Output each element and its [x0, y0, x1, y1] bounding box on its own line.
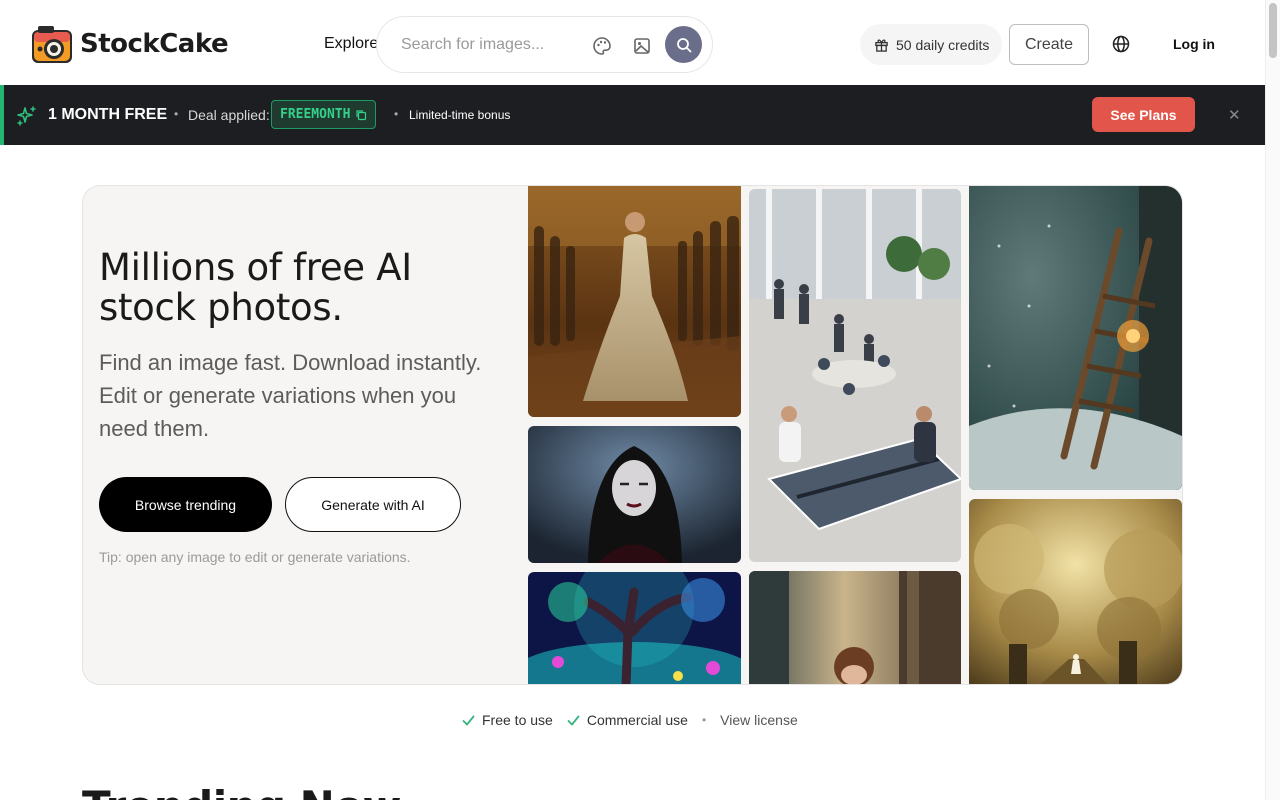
daily-credits-badge[interactable]: 50 daily credits	[860, 24, 1002, 65]
generate-with-ai-button[interactable]: Generate with AI	[285, 477, 461, 532]
page-scrollbar[interactable]	[1265, 0, 1280, 800]
site-header: StockCake Explore Search for images... 5…	[0, 0, 1265, 85]
search-icon	[676, 37, 691, 52]
free-to-use-label: Free to use	[482, 712, 553, 728]
check-icon	[462, 715, 475, 725]
golden-cloud-stairway-photo[interactable]	[969, 499, 1182, 684]
hero-tip: Tip: open any image to edit or generate …	[99, 549, 411, 565]
commercial-use-label: Commercial use	[586, 712, 688, 728]
snowy-sled-lantern-photo[interactable]	[969, 186, 1182, 490]
commercial-use-item: Commercial use	[567, 712, 688, 728]
deal-applied-label: Deal applied:	[188, 107, 270, 123]
royal-ball-gown-photo[interactable]	[528, 186, 741, 417]
camera-logo-icon	[32, 26, 72, 63]
search-input[interactable]	[401, 33, 571, 57]
office-ping-pong-photo[interactable]	[749, 189, 961, 562]
copy-icon	[356, 109, 367, 120]
promo-bonus-text: Limited-time bonus	[409, 108, 511, 122]
promo-code: FREEMONTH	[280, 107, 351, 122]
close-icon[interactable]: ✕	[1228, 106, 1241, 124]
image-upload-icon[interactable]	[632, 36, 652, 56]
promo-headline: 1 MONTH FREE	[48, 106, 168, 123]
login-link[interactable]: Log in	[1173, 36, 1215, 52]
glowing-fantasy-tree-photo[interactable]	[528, 572, 741, 684]
logo-link[interactable]: StockCake	[30, 22, 229, 66]
promo-banner: 1 MONTH FREE • Deal applied: FREEMONTH •…	[0, 85, 1265, 145]
separator-dot: •	[174, 107, 179, 121]
hero-subtitle: Find an image fast. Download instantly. …	[99, 350, 482, 441]
search-button[interactable]	[665, 26, 702, 63]
brand-name: StockCake	[80, 29, 229, 59]
free-to-use-item: Free to use	[462, 712, 553, 728]
license-row: Free to use Commercial use • View licens…	[462, 710, 798, 730]
explore-label: Explore	[324, 35, 379, 52]
view-license-link[interactable]: View license	[720, 712, 798, 728]
create-button[interactable]: Create	[1009, 24, 1089, 65]
search-bar	[376, 16, 713, 73]
credits-label: 50 daily credits	[896, 36, 990, 53]
gothic-woman-portrait-photo[interactable]	[528, 426, 741, 563]
see-plans-button[interactable]: See Plans	[1092, 97, 1195, 132]
browse-trending-button[interactable]: Browse trending	[99, 477, 272, 532]
check-icon	[567, 715, 580, 725]
hero-title: Millions of free AI stock photos.	[99, 246, 412, 329]
gift-icon	[875, 39, 888, 52]
globe-language-icon[interactable]	[1111, 34, 1131, 54]
hero-card: Millions of free AI stock photos. Find a…	[82, 185, 1183, 685]
separator-dot: •	[394, 107, 399, 121]
separator-dot: •	[701, 713, 707, 727]
girl-peeking-door-photo[interactable]	[749, 571, 961, 684]
scrollbar-thumb[interactable]	[1269, 3, 1277, 58]
sparkle-icon	[17, 106, 36, 126]
palette-icon[interactable]	[592, 36, 612, 56]
promo-code-badge[interactable]: FREEMONTH	[271, 100, 377, 129]
trending-section-title: Trending Now	[82, 782, 402, 800]
